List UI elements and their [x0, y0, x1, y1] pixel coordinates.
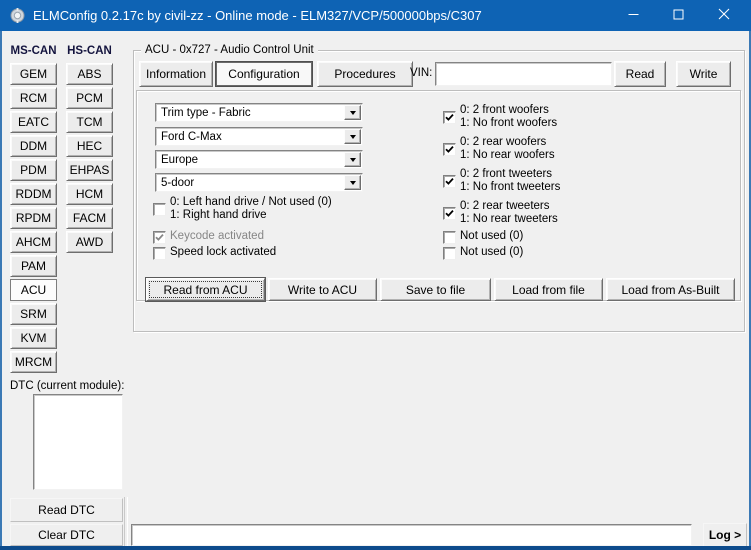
- log-toggle-button[interactable]: Log >: [703, 523, 747, 547]
- vehicle-model-select[interactable]: Ford C-Max: [155, 127, 363, 146]
- checkbox-rear-woofers[interactable]: 0: 2 rear woofers 1: No rear woofers: [443, 136, 555, 161]
- checkbox-box: [443, 207, 456, 220]
- checkbox-label: Not used (0): [460, 230, 523, 243]
- window-border-bottom: [0, 546, 751, 550]
- vin-read-button[interactable]: Read: [614, 61, 666, 87]
- checkbox-front-tweeters[interactable]: 0: 2 front tweeters 1: No front tweeters: [443, 168, 560, 193]
- window-border-left: [0, 31, 2, 550]
- checkbox-speed-lock[interactable]: Speed lock activated: [153, 246, 276, 260]
- sidebar-item-abs[interactable]: ABS: [66, 63, 113, 85]
- ms-can-header: MS-CAN: [10, 45, 57, 57]
- tab-procedures[interactable]: Procedures: [317, 61, 413, 87]
- sidebar-item-pcm[interactable]: PCM: [66, 87, 113, 109]
- checkbox-box: [153, 247, 166, 260]
- checkbox-label: Not used (0): [460, 246, 523, 259]
- sidebar-item-mrcm[interactable]: MRCM: [10, 351, 57, 373]
- sidebar-item-hcm[interactable]: HCM: [66, 183, 113, 205]
- sidebar-item-srm[interactable]: SRM: [10, 303, 57, 325]
- checkbox-label: Speed lock activated: [170, 246, 276, 259]
- sidebar-item-rcm[interactable]: RCM: [10, 87, 57, 109]
- read-dtc-button[interactable]: Read DTC: [10, 498, 123, 522]
- doors-value: 5-door: [156, 177, 344, 189]
- minimize-button[interactable]: [611, 0, 656, 31]
- clear-dtc-button[interactable]: Clear DTC: [10, 524, 123, 546]
- checkbox-label: 0: 2 front tweeters 1: No front tweeters: [460, 168, 560, 193]
- trim-type-value: Trim type - Fabric: [156, 107, 344, 119]
- checkbox-box: [153, 203, 166, 216]
- maximize-button[interactable]: [656, 0, 701, 31]
- checkbox-drive-side[interactable]: 0: Left hand drive / Not used (0) 1: Rig…: [153, 196, 332, 221]
- checkbox-label: 0: 2 front woofers 1: No front woofers: [460, 104, 557, 129]
- checkbox-not-used-1[interactable]: Not used (0): [443, 230, 523, 244]
- checkbox-not-used-2[interactable]: Not used (0): [443, 246, 523, 260]
- checkbox-label: 0: 2 rear woofers 1: No rear woofers: [460, 136, 555, 161]
- checkbox-box: [443, 143, 456, 156]
- checkbox-box: [153, 231, 166, 244]
- read-from-acu-button[interactable]: Read from ACU: [146, 278, 265, 301]
- sidebar-item-gem[interactable]: GEM: [10, 63, 57, 85]
- dtc-listbox[interactable]: [33, 394, 123, 490]
- chevron-down-icon[interactable]: [344, 105, 361, 120]
- app-icon: [9, 7, 26, 24]
- checkbox-front-woofers[interactable]: 0: 2 front woofers 1: No front woofers: [443, 104, 557, 129]
- chevron-down-icon[interactable]: [344, 129, 361, 144]
- maximize-square-icon: [673, 9, 684, 23]
- sidebar-item-kvm[interactable]: KVM: [10, 327, 57, 349]
- vin-input[interactable]: [435, 62, 612, 86]
- load-from-file-button[interactable]: Load from file: [494, 278, 603, 301]
- log-status-field[interactable]: [131, 524, 692, 546]
- sidebar-item-awd[interactable]: AWD: [66, 231, 113, 253]
- sidebar-item-eatc[interactable]: EATC: [10, 111, 57, 133]
- sidebar-item-pam[interactable]: PAM: [10, 255, 57, 277]
- sidebar-item-pdm[interactable]: PDM: [10, 159, 57, 181]
- checkbox-rear-tweeters[interactable]: 0: 2 rear tweeters 1: No rear tweeters: [443, 200, 558, 225]
- sidebar-item-facm[interactable]: FACM: [66, 207, 113, 229]
- tab-configuration[interactable]: Configuration: [215, 61, 313, 87]
- trim-type-select[interactable]: Trim type - Fabric: [155, 103, 363, 122]
- app-window: ELMConfig 0.2.17c by civil-zz - Online m…: [0, 0, 751, 550]
- close-x-icon: [718, 8, 730, 23]
- sidebar-item-ehpas[interactable]: EHPAS: [66, 159, 113, 181]
- save-to-file-button[interactable]: Save to file: [380, 278, 491, 301]
- write-to-acu-button[interactable]: Write to ACU: [268, 278, 377, 301]
- checkbox-label: 0: 2 rear tweeters 1: No rear tweeters: [460, 200, 558, 225]
- checkbox-box: [443, 247, 456, 260]
- sidebar-item-ahcm[interactable]: AHCM: [10, 231, 57, 253]
- titlebar: ELMConfig 0.2.17c by civil-zz - Online m…: [0, 0, 751, 31]
- chevron-down-icon[interactable]: [344, 152, 361, 167]
- load-from-as-built-button[interactable]: Load from As-Built: [606, 278, 735, 301]
- tab-information[interactable]: Information: [139, 61, 213, 87]
- region-value: Europe: [156, 154, 344, 166]
- sidebar-item-hec[interactable]: HEC: [66, 135, 113, 157]
- sidebar-item-rddm[interactable]: RDDM: [10, 183, 57, 205]
- bottom-separator: [124, 497, 128, 546]
- checkbox-box: [443, 111, 456, 124]
- sidebar-item-ddm[interactable]: DDM: [10, 135, 57, 157]
- chevron-down-icon[interactable]: [344, 175, 361, 190]
- minimize-dash-icon: [628, 9, 639, 23]
- vin-label: VIN:: [410, 67, 432, 79]
- sidebar-item-acu[interactable]: ACU: [10, 279, 57, 301]
- sidebar-item-rpdm[interactable]: RPDM: [10, 207, 57, 229]
- close-button[interactable]: [701, 0, 746, 31]
- doors-select[interactable]: 5-door: [155, 173, 363, 192]
- window-title: ELMConfig 0.2.17c by civil-zz - Online m…: [33, 8, 482, 23]
- checkbox-box: [443, 231, 456, 244]
- hs-can-header: HS-CAN: [66, 45, 113, 57]
- dtc-label: DTC (current module):: [10, 380, 124, 392]
- checkbox-keycode-activated[interactable]: Keycode activated: [153, 230, 264, 244]
- sidebar-item-tcm[interactable]: TCM: [66, 111, 113, 133]
- region-select[interactable]: Europe: [155, 150, 363, 169]
- caption-buttons: [611, 0, 746, 31]
- vehicle-model-value: Ford C-Max: [156, 131, 344, 143]
- checkbox-box: [443, 175, 456, 188]
- vin-write-button[interactable]: Write: [676, 61, 731, 87]
- module-groupbox-title: ACU - 0x727 - Audio Control Unit: [141, 44, 318, 56]
- checkbox-label: Keycode activated: [170, 230, 264, 243]
- checkbox-label: 0: Left hand drive / Not used (0) 1: Rig…: [170, 196, 332, 221]
